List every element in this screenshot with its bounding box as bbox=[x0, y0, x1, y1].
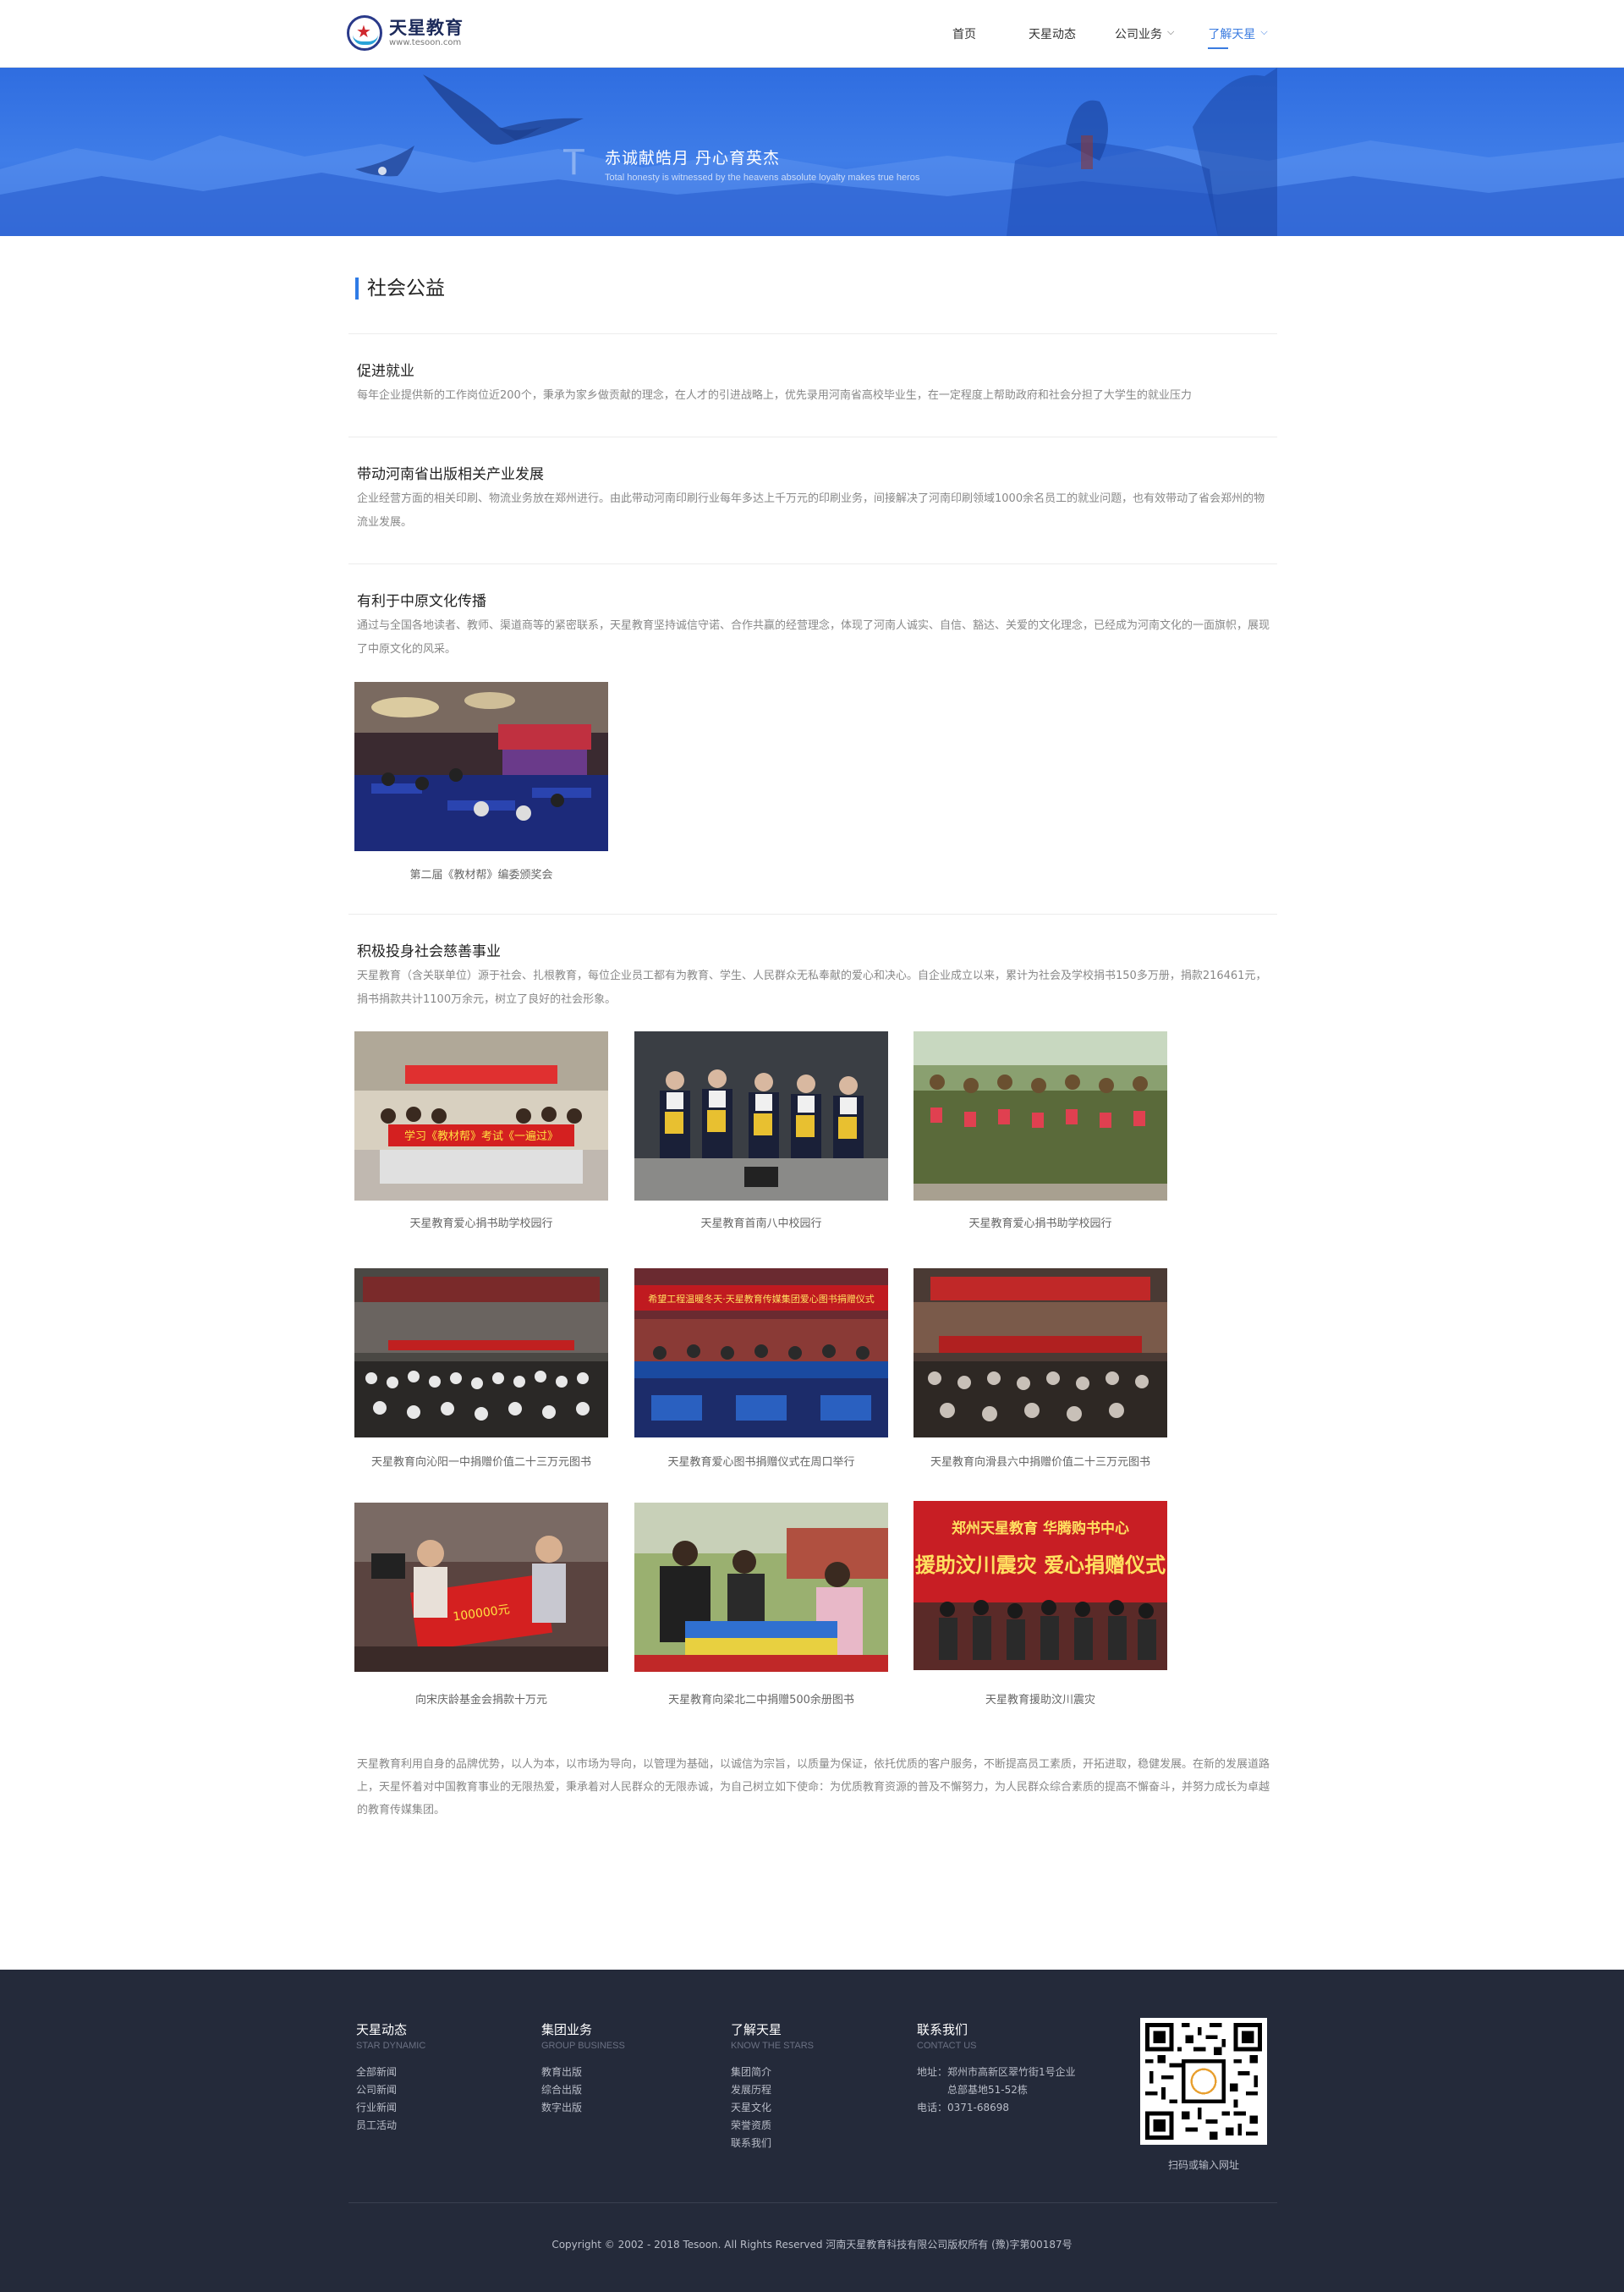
banner-letter: T bbox=[562, 141, 585, 183]
caption-charity-7: 向宋庆龄基金会捐款十万元 bbox=[414, 1694, 547, 1707]
banner-subtitle: Total honesty is witnessed by the heaven… bbox=[605, 173, 920, 183]
block-heading-employment: 促进就业 bbox=[357, 363, 414, 380]
logo-url: www.tesoon.com bbox=[389, 38, 462, 47]
svg-text:希望工程温暖冬天·天星教育传媒集团爱心图书捐赠仪式: 希望工程温暖冬天·天星教育传媒集团爱心图书捐赠仪式 bbox=[648, 1293, 875, 1305]
chevron-down-icon: ⌵ bbox=[1167, 26, 1175, 37]
divider bbox=[348, 914, 1277, 915]
qr-code-icon bbox=[1140, 2018, 1267, 2145]
photo-charity-8 bbox=[634, 1503, 888, 1672]
footer-link[interactable]: 天星文化 bbox=[731, 2099, 814, 2117]
photo-charity-7: 100000元 bbox=[354, 1503, 608, 1672]
footer-link[interactable]: 行业新闻 bbox=[356, 2099, 425, 2117]
copyright: Copyright © 2002 - 2018 Tesoon. All Righ… bbox=[551, 2239, 1073, 2251]
nav-home[interactable]: 首页 bbox=[952, 25, 976, 51]
block-text-charity: 天星教育（含关联单位）源于社会、扎根教育，每位企业员工都有为教育、学生、人民群众… bbox=[357, 970, 1267, 1006]
banner-landscape-graphic bbox=[0, 68, 1624, 236]
footer-link[interactable]: 员工活动 bbox=[356, 2117, 425, 2135]
divider bbox=[348, 563, 1277, 564]
footer-column-business: 集团业务 GROUP BUSINESS 教育出版 综合出版 数字出版 bbox=[541, 2022, 625, 2117]
logo-mark-icon: ★ bbox=[347, 15, 382, 51]
footer-link[interactable]: 教育出版 bbox=[541, 2064, 625, 2081]
block-heading-culture: 有利于中原文化传播 bbox=[357, 593, 486, 610]
block-heading-charity: 积极投身社会慈善事业 bbox=[357, 943, 501, 960]
footer-link[interactable]: 发展历程 bbox=[731, 2081, 814, 2099]
photo-charity-3 bbox=[914, 1031, 1167, 1201]
footer-column-contact: 联系我们 CONTACT US 地址：郑州市高新区翠竹街1号企业 总部基地51-… bbox=[917, 2022, 1076, 2117]
footer-link[interactable]: 数字出版 bbox=[541, 2099, 625, 2117]
closing-paragraph: 天星教育利用自身的品牌优势，以人为本，以市场为导向，以管理为基础，以诚信为宗旨，… bbox=[357, 1758, 1270, 1817]
footer-link[interactable]: 综合出版 bbox=[541, 2081, 625, 2099]
contact-address: 地址：郑州市高新区翠竹街1号企业 bbox=[917, 2066, 1076, 2078]
footer-link[interactable]: 公司新闻 bbox=[356, 2081, 425, 2099]
photo-charity-1: 学习《教材帮》考试《一遍过》 bbox=[354, 1031, 608, 1201]
divider bbox=[348, 333, 1277, 334]
photo-charity-2 bbox=[634, 1031, 888, 1201]
nav-business[interactable]: 公司业务 ⌵ bbox=[1115, 25, 1174, 51]
caption-charity-8: 天星教育向梁北二中捐赠500余册图书 bbox=[668, 1694, 854, 1707]
photo-award-ceremony bbox=[354, 682, 608, 851]
footer-column-about: 了解天星 KNOW THE STARS 集团简介 发展历程 天星文化 荣誉资质 … bbox=[731, 2022, 814, 2152]
contact-address-2: 总部基地51-52栋 bbox=[917, 2084, 1028, 2096]
caption-charity-5: 天星教育爱心图书捐赠仪式在周口举行 bbox=[667, 1456, 855, 1469]
footer-link[interactable]: 荣誉资质 bbox=[731, 2117, 814, 2135]
svg-text:学习《教材帮》考试《一遍过》: 学习《教材帮》考试《一遍过》 bbox=[404, 1130, 558, 1143]
hero-banner: T 赤诚献皓月 丹心育英杰 Total honesty is witnessed… bbox=[0, 68, 1624, 236]
block-text-culture: 通过与全国各地读者、教师、渠道商等的紧密联系，天星教育坚持诚信守诺、合作共赢的经… bbox=[357, 619, 1270, 656]
photo-charity-9: 郑州天星教育 华腾购书中心 援助汶川震灾 爱心捐赠仪式 bbox=[914, 1501, 1167, 1670]
caption-charity-1: 天星教育爱心捐书助学校园行 bbox=[409, 1217, 553, 1230]
footer-link[interactable]: 集团简介 bbox=[731, 2064, 814, 2081]
logo-name: 天星教育 bbox=[389, 18, 464, 38]
block-text-industry: 企业经营方面的相关印刷、物流业务放在郑州进行。由此带动河南印刷行业每年多达上千万… bbox=[357, 492, 1265, 529]
photo-charity-6 bbox=[914, 1268, 1167, 1437]
page-title: 社会公益 bbox=[355, 278, 445, 300]
footer-link[interactable]: 联系我们 bbox=[731, 2135, 814, 2152]
footer-divider bbox=[348, 2202, 1277, 2203]
svg-text:郑州天星教育 华腾购书中心: 郑州天星教育 华腾购书中心 bbox=[952, 1520, 1129, 1537]
block-text-employment: 每年企业提供新的工作岗位近200个，秉承为家乡做贡献的理念，在人才的引进战略上，… bbox=[357, 389, 1192, 402]
footer-link[interactable]: 全部新闻 bbox=[356, 2064, 425, 2081]
chevron-down-icon: ⌵ bbox=[1260, 26, 1268, 37]
qr-caption: 扫码或输入网址 bbox=[1167, 2159, 1239, 2171]
contact-phone: 电话：0371-68698 bbox=[917, 2102, 1010, 2113]
nav-news[interactable]: 天星动态 bbox=[1029, 25, 1076, 51]
svg-text:援助汶川震灾 爱心捐赠仪式: 援助汶川震灾 爱心捐赠仪式 bbox=[915, 1553, 1166, 1577]
caption-award-ceremony: 第二届《教材帮》编委颁奖会 bbox=[409, 869, 553, 882]
caption-charity-2: 天星教育首南八中校园行 bbox=[700, 1217, 822, 1230]
site-header: ★ 天星教育 www.tesoon.com 首页 天星动态 公司业务 ⌵ 了解天星… bbox=[0, 0, 1624, 68]
caption-charity-6: 天星教育向滑县六中捐赠价值二十三万元图书 bbox=[930, 1456, 1150, 1469]
banner-title: 赤诚献皓月 丹心育英杰 bbox=[605, 149, 781, 168]
photo-charity-4 bbox=[354, 1268, 608, 1437]
photo-charity-5: 希望工程温暖冬天·天星教育传媒集团爱心图书捐赠仪式 bbox=[634, 1268, 888, 1437]
logo[interactable]: ★ 天星教育 www.tesoon.com bbox=[347, 15, 464, 51]
main-nav: 首页 天星动态 公司业务 ⌵ 了解天星 ⌵ bbox=[930, 25, 1268, 51]
footer-column-news: 天星动态 STAR DYNAMIC 全部新闻 公司新闻 行业新闻 员工活动 bbox=[356, 2022, 425, 2135]
nav-about[interactable]: 了解天星 ⌵ bbox=[1208, 25, 1268, 51]
caption-charity-4: 天星教育向沁阳一中捐赠价值二十三万元图书 bbox=[370, 1456, 591, 1469]
caption-charity-9: 天星教育援助汶川震灾 bbox=[985, 1694, 1095, 1707]
caption-charity-3: 天星教育爱心捐书助学校园行 bbox=[968, 1217, 1112, 1230]
block-heading-industry: 带动河南省出版相关产业发展 bbox=[357, 466, 544, 483]
